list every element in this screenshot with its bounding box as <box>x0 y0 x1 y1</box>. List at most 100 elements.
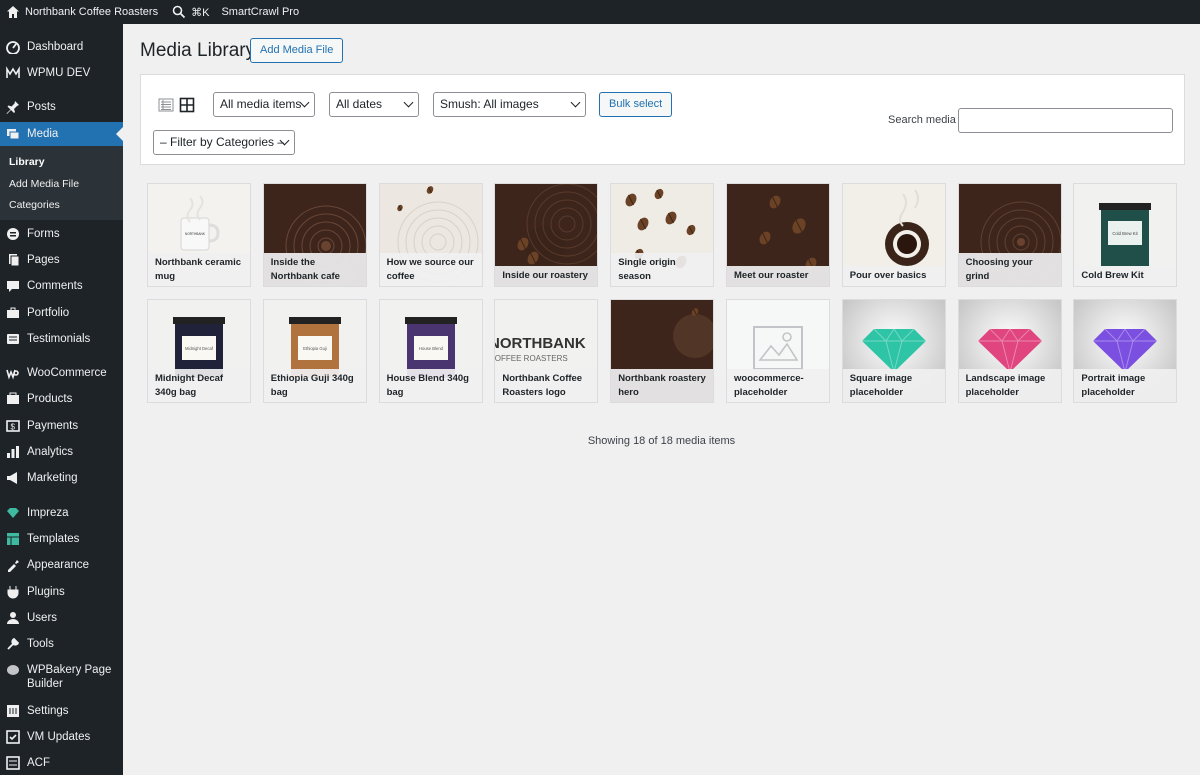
svg-text:House Blend: House Blend <box>419 346 444 351</box>
sidebar-item-dashboard[interactable]: Dashboard <box>0 40 123 54</box>
site-name-link[interactable]: Northbank Coffee Roasters <box>0 0 164 24</box>
chevron-down-icon <box>403 97 414 108</box>
comments-icon <box>6 279 20 293</box>
submenu-item-categories[interactable]: Categories <box>9 199 60 211</box>
admin-sidebar: Dashboard WPMU DEV Posts Media Forms Pages Com… <box>0 24 123 775</box>
sidebar-item-label: Tools <box>27 638 54 650</box>
media-item-title: Inside our roastery <box>495 266 598 286</box>
templates-icon <box>6 532 20 546</box>
media-item[interactable]: Inside the Northbank cafe <box>262 183 367 287</box>
media-toolbar: All media items All dates Smush: All ima… <box>140 74 1185 165</box>
media-icon <box>6 127 20 141</box>
sidebar-item-label: Products <box>27 393 73 405</box>
sidebar-item-impreza[interactable]: Impreza <box>0 506 123 520</box>
media-item[interactable]: Single origin season <box>610 183 715 287</box>
dashboard-icon <box>6 40 20 54</box>
media-item[interactable]: Ethiopia Guji Ethiopia Guji 340g bag <box>262 299 367 403</box>
media-item[interactable]: NORTHBANK COFFEE ROASTERS Northbank Coffee… <box>494 299 599 403</box>
media-item-title: Northbank roastery hero <box>611 369 714 402</box>
sidebar-item-posts[interactable]: Posts <box>0 100 123 114</box>
media-item[interactable]: How we source our coffee <box>378 183 483 287</box>
svg-text:Ethiopia Guji: Ethiopia Guji <box>303 346 327 351</box>
media-item[interactable]: Landscape image placeholder <box>957 299 1062 403</box>
add-media-file-button[interactable]: Add Media File <box>250 38 344 63</box>
sidebar-item-testimonials[interactable]: Testimonials <box>0 332 123 346</box>
sidebar-item-label: Testimonials <box>27 333 91 345</box>
sidebar-item-appearance[interactable]: Appearance <box>0 558 123 572</box>
smartcrawl-link[interactable]: SmartCrawl Pro <box>215 0 305 24</box>
sidebar-item-label: Marketing <box>27 472 78 484</box>
sidebar-item-portfolio[interactable]: Portfolio <box>0 306 123 320</box>
settings-icon <box>6 704 20 718</box>
categories-select[interactable]: – Filter by Categories – <box>153 130 295 155</box>
media-item[interactable]: Square image placeholder <box>841 299 946 403</box>
sidebar-item-woocommerce[interactable]: WooCommerce <box>0 366 123 380</box>
sidebar-item-payments[interactable]: $ Payments <box>0 419 123 433</box>
submenu-item-add-media-file[interactable]: Add Media File <box>9 178 79 190</box>
analytics-icon <box>6 445 20 459</box>
submenu-item-library[interactable]: Library <box>9 156 45 168</box>
media-item[interactable]: NORTHBANK Northbank ceramic mug <box>147 183 251 287</box>
svg-text:Midnight Decaf: Midnight Decaf <box>185 346 214 351</box>
pages-icon <box>6 253 20 267</box>
media-item[interactable]: Northbank roastery hero <box>610 299 715 403</box>
testimonials-icon <box>6 332 20 346</box>
wpmudev-icon <box>6 66 20 80</box>
woo-icon <box>6 366 20 380</box>
sidebar-item-label: Portfolio <box>27 307 70 319</box>
sidebar-item-plugins[interactable]: Plugins <box>0 585 123 599</box>
search-input[interactable] <box>958 108 1173 133</box>
sidebar-item-templates[interactable]: Templates <box>0 532 123 546</box>
sidebar-item-products[interactable]: Products <box>0 392 123 406</box>
dates-select[interactable]: All dates <box>329 92 419 117</box>
media-item-title: Northbank ceramic mug <box>148 253 250 286</box>
media-item-title: Ethiopia Guji 340g bag <box>263 369 366 402</box>
grid-view-icon[interactable] <box>179 97 195 113</box>
sidebar-item-forms[interactable]: Forms <box>0 227 123 241</box>
smartcrawl-label: SmartCrawl Pro <box>221 6 300 18</box>
vm-updates-icon <box>6 730 20 744</box>
media-type-select[interactable]: All media items <box>213 92 315 117</box>
main-content: Media Library Add Media File All media i… <box>123 24 1200 775</box>
sidebar-item-label: Comments <box>27 280 83 292</box>
sidebar-item-settings[interactable]: Settings <box>0 704 123 718</box>
command-search[interactable]: ⌘K <box>164 0 215 24</box>
sidebar-item-pages[interactable]: Pages <box>0 253 123 267</box>
sidebar-item-vm-updates[interactable]: VM Updates <box>0 730 123 744</box>
media-item[interactable]: woocommerce-placeholder <box>726 299 830 403</box>
media-item[interactable]: Midnight Decaf Midnight Decaf 340g bag <box>147 299 251 403</box>
media-item-title: Northbank Coffee Roasters logo <box>495 369 598 402</box>
sidebar-item-label: VM Updates <box>27 731 91 743</box>
appearance-icon <box>6 558 20 572</box>
smush-select[interactable]: Smush: All images <box>433 92 586 117</box>
svg-text:Cold Brew Kit: Cold Brew Kit <box>1113 231 1139 236</box>
home-icon <box>7 6 19 18</box>
bulk-select-button[interactable]: Bulk select <box>599 92 673 117</box>
media-item[interactable]: Meet our roaster <box>726 183 830 287</box>
media-item[interactable]: Portrait image placeholder <box>1073 299 1178 403</box>
sidebar-item-acf[interactable]: ACF <box>0 756 123 770</box>
media-item-title: Single origin season <box>611 253 714 286</box>
sidebar-item-comments[interactable]: Comments <box>0 279 123 293</box>
sidebar-item-label: Pages <box>27 254 60 266</box>
sidebar-item-label: Appearance <box>27 559 90 571</box>
sidebar-item-media[interactable]: Media <box>0 122 123 146</box>
media-item-title: Pour over basics <box>842 266 945 286</box>
sidebar-item-analytics[interactable]: Analytics <box>0 445 123 459</box>
sidebar-item-wpbakery-page-builder[interactable]: WPBakery Page Builder <box>0 663 123 691</box>
media-item[interactable]: Inside our roastery <box>494 183 599 287</box>
sidebar-item-tools[interactable]: Tools <box>0 637 123 651</box>
svg-text:NORTHBANK: NORTHBANK <box>185 232 206 236</box>
sidebar-item-label: Posts <box>27 101 56 113</box>
sidebar-item-marketing[interactable]: Marketing <box>0 471 123 485</box>
sidebar-item-label: Impreza <box>27 507 69 519</box>
media-item-title: House Blend 340g bag <box>379 369 482 402</box>
sidebar-item-wpmu-dev[interactable]: WPMU DEV <box>0 66 123 80</box>
list-view-icon[interactable] <box>158 97 174 113</box>
sidebar-item-users[interactable]: Users <box>0 611 123 625</box>
media-item[interactable]: House Blend House Blend 340g bag <box>378 299 483 403</box>
media-item[interactable]: Choosing your grind <box>957 183 1062 287</box>
media-item[interactable]: Pour over basics <box>841 183 946 287</box>
media-item[interactable]: Cold Brew Kit Cold Brew Kit <box>1073 183 1178 287</box>
site-name: Northbank Coffee Roasters <box>25 6 159 18</box>
